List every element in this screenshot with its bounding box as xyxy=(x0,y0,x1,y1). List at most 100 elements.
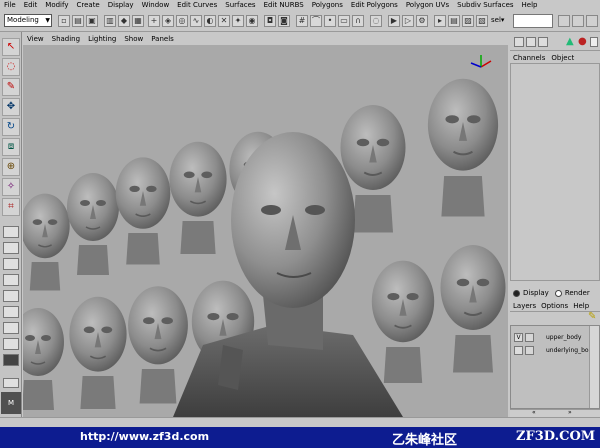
manipulator-icon[interactable]: ⊕ xyxy=(2,158,20,176)
new-layer-icon[interactable]: ✎ xyxy=(588,311,596,322)
layer-visibility-toggle[interactable] xyxy=(514,346,523,355)
menu-surfaces[interactable]: Surfaces xyxy=(225,0,255,11)
channel-list-icon[interactable] xyxy=(514,37,524,47)
lock-selection-icon[interactable]: ◘ xyxy=(264,15,276,27)
mask-handles-icon[interactable]: ◈ xyxy=(162,15,174,27)
horizontal-scrollbar[interactable]: « » xyxy=(510,409,600,417)
mask-rendering-icon[interactable]: ◉ xyxy=(246,15,258,27)
attribute-editor-icon[interactable]: ▤ xyxy=(448,15,460,27)
ipr-render-icon[interactable]: ▷ xyxy=(402,15,414,27)
tab-channels[interactable]: Channels xyxy=(513,54,545,62)
mode-selector[interactable]: Modeling ▼ xyxy=(4,14,52,27)
hypershade-layout-icon[interactable] xyxy=(3,290,19,302)
render-radio[interactable] xyxy=(554,289,562,297)
four-view-layout-icon[interactable] xyxy=(3,242,19,254)
panel-menu-shading[interactable]: Shading xyxy=(52,34,80,45)
single-view-layout-icon[interactable] xyxy=(3,226,19,238)
menu-edit-nurbs[interactable]: Edit NURBS xyxy=(264,0,304,11)
menu-create[interactable]: Create xyxy=(76,0,99,11)
scroll-right-icon[interactable]: » xyxy=(568,409,572,416)
channel-keyed-icon[interactable] xyxy=(538,37,548,47)
snap-view-plane-icon[interactable]: ▭ xyxy=(338,15,350,27)
layer-menu-options[interactable]: Options xyxy=(541,302,568,310)
select-tool-icon[interactable]: ↖ xyxy=(2,38,20,56)
channel-box-toggle-icon[interactable]: ▧ xyxy=(476,15,488,27)
side-by-side-layout-icon[interactable] xyxy=(3,258,19,270)
history-icon[interactable]: ◌ xyxy=(370,15,382,27)
mask-curves-icon[interactable]: ∿ xyxy=(190,15,202,27)
layer-type-radio: Display Render xyxy=(510,286,600,300)
panel-menu-panels[interactable]: Panels xyxy=(151,34,174,45)
snap-curve-icon[interactable]: ⌒ xyxy=(310,15,322,27)
show-tool-settings-icon[interactable] xyxy=(572,15,584,27)
channel-options-icon[interactable] xyxy=(526,37,536,47)
display-radio[interactable] xyxy=(513,289,520,297)
rotate-tool-icon[interactable]: ↻ xyxy=(2,118,20,136)
menu-polygons[interactable]: Polygons xyxy=(312,0,343,11)
mask-joints-icon[interactable]: ◎ xyxy=(176,15,188,27)
persp-graph-layout-icon[interactable] xyxy=(3,274,19,286)
select-by-component-icon[interactable]: ▦ xyxy=(132,15,144,27)
move-tool-icon[interactable]: ✥ xyxy=(2,98,20,116)
open-scene-icon[interactable]: ▤ xyxy=(72,15,84,27)
outliner-layout-icon[interactable] xyxy=(3,306,19,318)
paint-tool-icon[interactable]: ✎ xyxy=(2,78,20,96)
layer-menu-help[interactable]: Help xyxy=(573,302,589,310)
snap-grid-icon[interactable]: # xyxy=(296,15,308,27)
menu-edit-curves[interactable]: Edit Curves xyxy=(177,0,217,11)
menu-edit-polygons[interactable]: Edit Polygons xyxy=(351,0,398,11)
highlight-selection-icon[interactable]: ◙ xyxy=(278,15,290,27)
panel-menu-lighting[interactable]: Lighting xyxy=(88,34,116,45)
lattice-icon[interactable]: ⌗ xyxy=(2,198,20,216)
render-globals-icon[interactable]: ⚙ xyxy=(416,15,428,27)
dope-sheet-layout-icon[interactable] xyxy=(3,338,19,350)
mask-surfaces-icon[interactable]: ◐ xyxy=(204,15,216,27)
mask-plus-icon[interactable]: + xyxy=(148,15,160,27)
render-view-layout-icon[interactable] xyxy=(3,354,19,366)
layer-scrollbar[interactable] xyxy=(589,326,599,408)
menu-file[interactable]: File xyxy=(4,0,16,11)
layer-toggle-icon[interactable] xyxy=(590,37,598,47)
shader-icon[interactable]: ▲ xyxy=(566,36,574,47)
input-line-icon[interactable]: ▸ xyxy=(434,15,446,27)
tab-object[interactable]: Object xyxy=(551,54,574,62)
menu-help[interactable]: Help xyxy=(522,0,538,11)
channel-box-toolbar: ▲ ● xyxy=(510,33,600,51)
menu-modify[interactable]: Modify xyxy=(45,0,68,11)
menu-edit[interactable]: Edit xyxy=(24,0,38,11)
layer-item[interactable]: V upper_body xyxy=(511,332,591,343)
new-scene-icon[interactable]: ▫ xyxy=(58,15,70,27)
menu-window[interactable]: Window xyxy=(142,0,170,11)
menu-display[interactable]: Display xyxy=(108,0,134,11)
scale-tool-icon[interactable]: ⧈ xyxy=(2,138,20,156)
lasso-tool-icon[interactable]: ◌ xyxy=(2,58,20,76)
custom-layout-chevron-icon[interactable] xyxy=(3,378,19,388)
layer-color-swatch[interactable] xyxy=(525,333,534,342)
mask-dynamics-icon[interactable]: ✦ xyxy=(232,15,244,27)
select-by-hierarchy-icon[interactable]: ▥ xyxy=(104,15,116,27)
layer-item[interactable]: underlying_bo xyxy=(511,345,591,356)
tool-settings-icon[interactable]: ▨ xyxy=(462,15,474,27)
select-by-object-icon[interactable]: ◆ xyxy=(118,15,130,27)
layer-menu-layers[interactable]: Layers xyxy=(513,302,536,310)
layer-color-swatch[interactable] xyxy=(525,346,534,355)
snap-point-icon[interactable]: • xyxy=(324,15,336,27)
scroll-left-icon[interactable]: « xyxy=(532,409,536,416)
render-icon[interactable]: ▶ xyxy=(388,15,400,27)
quick-select-field[interactable] xyxy=(513,14,553,28)
show-channel-box-icon[interactable] xyxy=(586,15,598,27)
menu-polygon-uvs[interactable]: Polygon UVs xyxy=(406,0,449,11)
panel-menu-view[interactable]: View xyxy=(27,34,44,45)
save-scene-icon[interactable]: ▣ xyxy=(86,15,98,27)
make-live-icon[interactable]: ∩ xyxy=(352,15,364,27)
color-icon[interactable]: ● xyxy=(578,36,587,47)
perspective-viewport[interactable] xyxy=(23,45,508,417)
soft-mod-icon[interactable]: ✧ xyxy=(2,178,20,196)
show-attribute-editor-icon[interactable] xyxy=(558,15,570,27)
menu-subdiv-surfaces[interactable]: Subdiv Surfaces xyxy=(457,0,513,11)
panel-menu-show[interactable]: Show xyxy=(124,34,143,45)
input-mode-label[interactable]: sel▾ xyxy=(491,16,504,24)
mask-deformers-icon[interactable]: ✕ xyxy=(218,15,230,27)
graph-editor-layout-icon[interactable] xyxy=(3,322,19,334)
layer-visibility-toggle[interactable]: V xyxy=(514,333,523,342)
